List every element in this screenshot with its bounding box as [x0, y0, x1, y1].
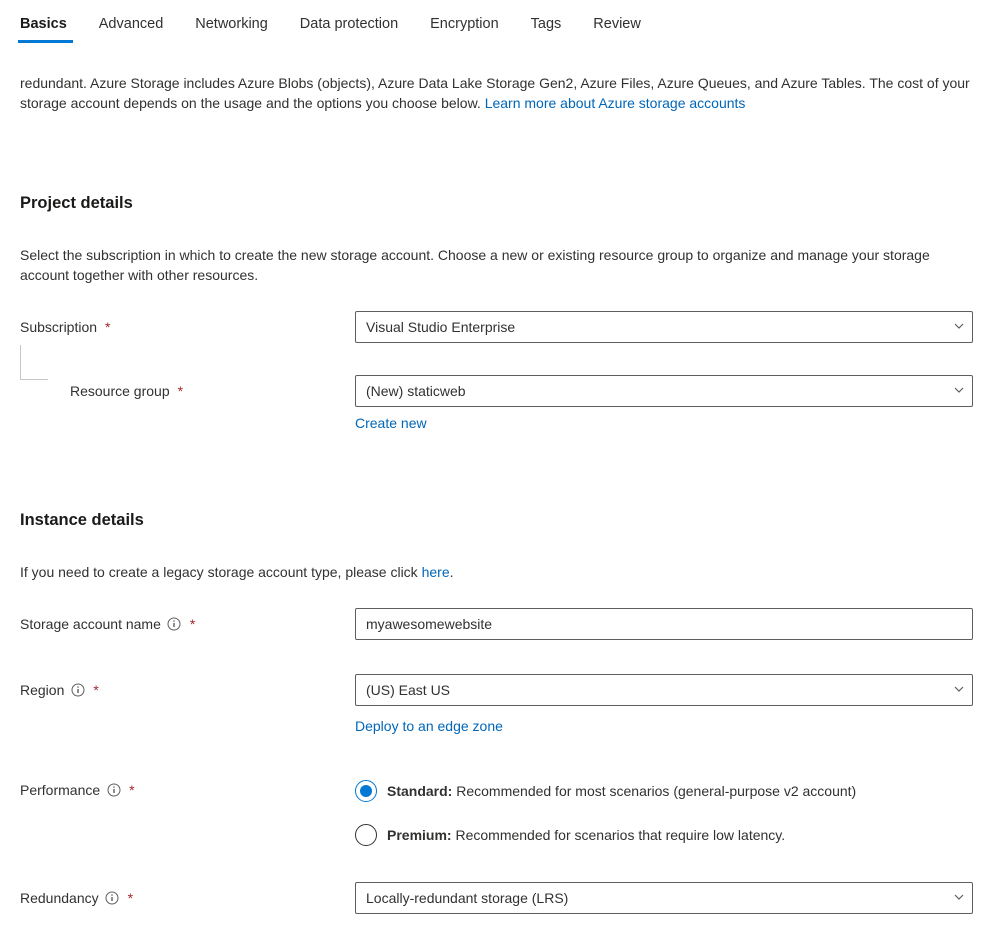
project-details-desc: Select the subscription in which to crea… — [20, 245, 973, 286]
deploy-edge-link[interactable]: Deploy to an edge zone — [355, 718, 503, 734]
legacy-here-link[interactable]: here — [422, 564, 450, 580]
redundancy-value: Locally-redundant storage (LRS) — [355, 882, 973, 914]
resource-group-row: Resource group * (New) staticweb — [20, 375, 973, 407]
intro-paragraph: redundant. Azure Storage includes Azure … — [20, 73, 973, 114]
subscription-select[interactable]: Visual Studio Enterprise — [355, 311, 973, 343]
tab-tags[interactable]: Tags — [515, 8, 578, 42]
create-new-link[interactable]: Create new — [355, 415, 427, 431]
region-label: Region — [20, 682, 64, 698]
resource-group-label: Resource group — [70, 383, 170, 399]
info-icon[interactable] — [106, 783, 121, 798]
tab-data-protection[interactable]: Data protection — [284, 8, 414, 42]
storage-name-row: Storage account name * — [20, 608, 973, 640]
required-indicator: * — [178, 383, 183, 399]
resource-group-select[interactable]: (New) staticweb — [355, 375, 973, 407]
required-indicator: * — [190, 616, 195, 632]
performance-premium-option[interactable]: Premium: Recommended for scenarios that … — [355, 824, 973, 846]
region-value: (US) East US — [355, 674, 973, 706]
tab-encryption[interactable]: Encryption — [414, 8, 515, 42]
tab-networking[interactable]: Networking — [179, 8, 284, 42]
radio-selected-icon — [355, 780, 377, 802]
info-icon[interactable] — [167, 617, 182, 632]
subscription-label: Subscription — [20, 319, 97, 335]
required-indicator: * — [105, 319, 110, 335]
storage-name-label: Storage account name — [20, 616, 161, 632]
region-row: Region * (US) East US — [20, 674, 973, 706]
required-indicator: * — [93, 682, 98, 698]
resource-group-value: (New) staticweb — [355, 375, 973, 407]
info-icon[interactable] — [70, 683, 85, 698]
storage-name-input[interactable] — [355, 608, 973, 640]
instance-details-title: Instance details — [20, 511, 973, 530]
tabs-bar: Basics Advanced Networking Data protecti… — [0, 8, 993, 43]
learn-more-link[interactable]: Learn more about Azure storage accounts — [485, 95, 746, 111]
performance-row: Performance * Standard: Recommended for … — [20, 776, 973, 846]
tab-basics[interactable]: Basics — [18, 8, 83, 42]
performance-label: Performance — [20, 782, 100, 798]
tab-advanced[interactable]: Advanced — [83, 8, 180, 42]
redundancy-row: Redundancy * Locally-redundant storage (… — [20, 882, 973, 914]
instance-details-desc: If you need to create a legacy storage a… — [20, 562, 973, 582]
legacy-desc-text: If you need to create a legacy storage a… — [20, 564, 422, 580]
radio-unselected-icon — [355, 824, 377, 846]
tab-review[interactable]: Review — [577, 8, 657, 42]
region-select[interactable]: (US) East US — [355, 674, 973, 706]
performance-standard-label: Standard: Recommended for most scenarios… — [387, 783, 856, 799]
legacy-desc-suffix: . — [450, 564, 454, 580]
subscription-row: Subscription * Visual Studio Enterprise — [20, 311, 973, 343]
redundancy-label: Redundancy — [20, 890, 99, 906]
info-icon[interactable] — [105, 891, 120, 906]
project-details-title: Project details — [20, 194, 973, 213]
subscription-value: Visual Studio Enterprise — [355, 311, 973, 343]
performance-standard-option[interactable]: Standard: Recommended for most scenarios… — [355, 780, 973, 802]
performance-radio-group: Standard: Recommended for most scenarios… — [355, 776, 973, 846]
performance-premium-label: Premium: Recommended for scenarios that … — [387, 827, 785, 843]
redundancy-select[interactable]: Locally-redundant storage (LRS) — [355, 882, 973, 914]
required-indicator: * — [128, 890, 133, 906]
required-indicator: * — [129, 782, 134, 798]
